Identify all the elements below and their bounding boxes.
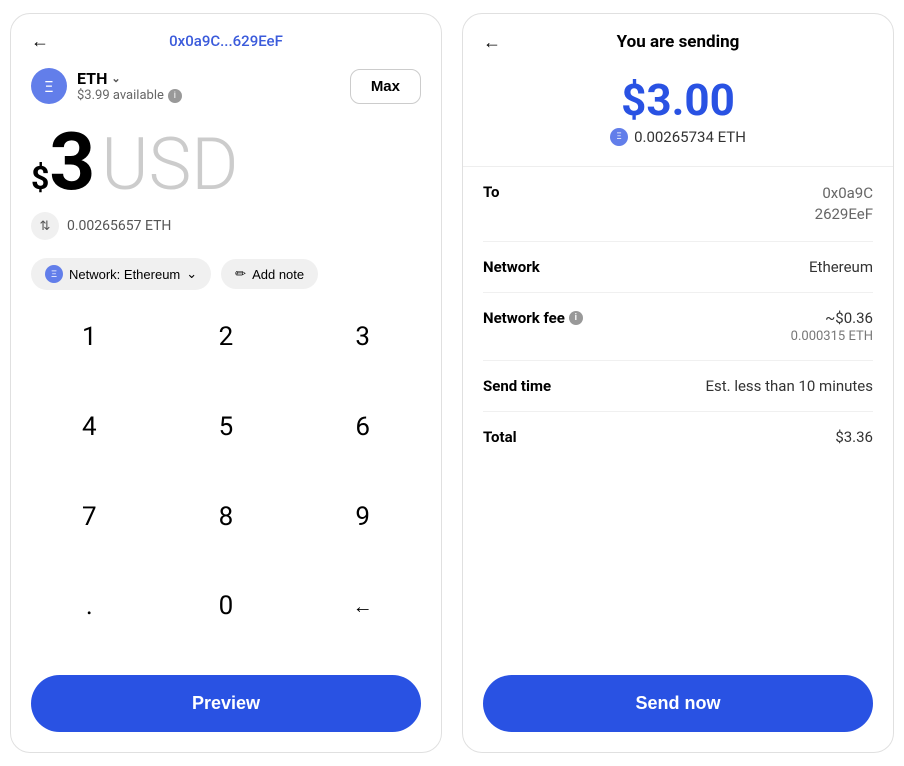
token-details: ETH ⌄ $3.99 available i xyxy=(77,69,182,103)
eth-icon: Ξ xyxy=(31,68,67,104)
page-title: You are sending xyxy=(617,32,740,52)
back-button-right[interactable]: ← xyxy=(483,32,501,53)
network-detail-label: Network xyxy=(483,258,540,276)
to-address-line2: 2629EeF xyxy=(815,204,873,225)
send-amount-section: $3.00 Ξ 0.00265734 ETH xyxy=(463,66,893,167)
network-detail-value: Ethereum xyxy=(809,258,873,276)
numpad-key-2[interactable]: 2 xyxy=(158,306,295,368)
send-time-label: Send time xyxy=(483,377,551,395)
token-symbol: ETH xyxy=(77,69,107,88)
fee-usd-value: ~$0.36 xyxy=(791,309,873,327)
numpad-key-4[interactable]: 4 xyxy=(21,396,158,458)
add-note-label: Add note xyxy=(252,267,304,282)
to-row: To 0x0a9C 2629EeF xyxy=(483,167,873,242)
numpad-key-9[interactable]: 9 xyxy=(294,486,431,548)
controls-row: Ξ Network: Ethereum ⌄ ✏ Add note xyxy=(11,252,441,306)
network-chevron-icon: ⌄ xyxy=(186,266,197,282)
right-panel: ← You are sending $3.00 Ξ 0.00265734 ETH… xyxy=(462,13,894,753)
token-balance: $3.99 available i xyxy=(77,88,182,103)
numpad-key-5[interactable]: 5 xyxy=(158,396,295,458)
amount-number: 3 xyxy=(49,122,95,202)
fee-info-icon[interactable]: i xyxy=(569,311,583,325)
amount-currency: USD xyxy=(101,129,238,201)
fee-label: Network fee i xyxy=(483,309,583,327)
send-now-button[interactable]: Send now xyxy=(483,675,873,732)
dollar-sign: $ xyxy=(31,159,49,197)
send-time-row: Send time Est. less than 10 minutes xyxy=(483,361,873,412)
fee-row: Network fee i ~$0.36 0.000315 ETH xyxy=(483,293,873,361)
numpad-backspace-button[interactable]: ← xyxy=(294,575,431,637)
token-row: Ξ ETH ⌄ $3.99 available i Max xyxy=(11,60,441,112)
details-section: To 0x0a9C 2629EeF Network Ethereum Netwo… xyxy=(463,167,893,665)
numpad-key-0[interactable]: 0 xyxy=(158,575,295,637)
token-info: Ξ ETH ⌄ $3.99 available i xyxy=(31,68,182,104)
to-label: To xyxy=(483,183,500,201)
left-header: ← 0x0a9C...629EeF xyxy=(11,14,441,60)
fee-values: ~$0.36 0.000315 ETH xyxy=(791,309,873,344)
balance-info-icon[interactable]: i xyxy=(168,89,182,103)
pencil-icon: ✏ xyxy=(235,266,246,282)
to-address: 0x0a9C 2629EeF xyxy=(815,183,873,225)
fee-eth-value: 0.000315 ETH xyxy=(791,329,873,344)
wallet-address[interactable]: 0x0a9C...629EeF xyxy=(169,32,283,50)
numpad-key-7[interactable]: 7 xyxy=(21,486,158,548)
send-eth-value: 0.00265734 ETH xyxy=(634,128,746,146)
numpad-key-1[interactable]: 1 xyxy=(21,306,158,368)
conversion-row: ⇅ 0.00265657 ETH xyxy=(11,206,441,252)
numpad-key-6[interactable]: 6 xyxy=(294,396,431,458)
max-button[interactable]: Max xyxy=(350,69,421,104)
numpad-key-8[interactable]: 8 xyxy=(158,486,295,548)
total-value: $3.36 xyxy=(835,428,873,446)
network-row: Network Ethereum xyxy=(483,242,873,293)
total-label: Total xyxy=(483,428,517,446)
swap-icon[interactable]: ⇅ xyxy=(31,212,59,240)
preview-button[interactable]: Preview xyxy=(31,675,421,732)
left-panel: ← 0x0a9C...629EeF Ξ ETH ⌄ $3.99 availabl… xyxy=(10,13,442,753)
numpad: 1 2 3 4 5 6 7 8 9 . 0 ← xyxy=(11,306,441,665)
numpad-key-3[interactable]: 3 xyxy=(294,306,431,368)
conversion-text: 0.00265657 ETH xyxy=(67,218,171,234)
numpad-key-dot[interactable]: . xyxy=(21,575,158,637)
send-time-value: Est. less than 10 minutes xyxy=(705,377,873,395)
to-address-line1: 0x0a9C xyxy=(815,183,873,204)
total-row: Total $3.36 xyxy=(483,412,873,462)
send-eth-icon: Ξ xyxy=(610,128,628,146)
network-button[interactable]: Ξ Network: Ethereum ⌄ xyxy=(31,258,211,290)
send-amount-eth: Ξ 0.00265734 ETH xyxy=(610,128,746,146)
right-header: ← You are sending xyxy=(463,14,893,66)
send-amount-usd: $3.00 xyxy=(621,76,735,124)
network-eth-icon: Ξ xyxy=(45,265,63,283)
amount-display: $ 3 USD xyxy=(11,112,441,206)
token-chevron-icon: ⌄ xyxy=(111,72,120,85)
network-label: Network: Ethereum xyxy=(69,267,180,282)
back-button-left[interactable]: ← xyxy=(31,31,49,52)
add-note-button[interactable]: ✏ Add note xyxy=(221,259,318,289)
token-selector[interactable]: ETH ⌄ xyxy=(77,69,182,88)
